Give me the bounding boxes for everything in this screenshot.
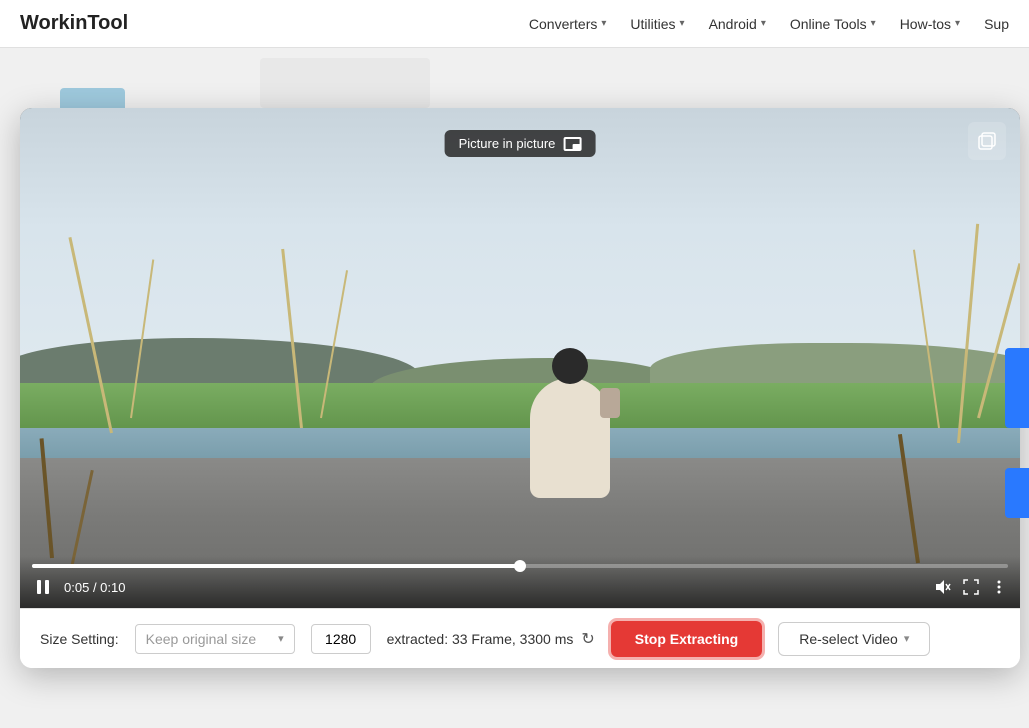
video-controls: 0:05 / 0:10: [20, 556, 1020, 608]
video-player[interactable]: Picture in picture: [20, 108, 1020, 608]
controls-row: 0:05 / 0:10: [32, 576, 1008, 598]
time-display: 0:05 / 0:10: [64, 580, 125, 595]
volume-button[interactable]: [934, 578, 952, 596]
bg-card: [260, 58, 430, 108]
person-head: [552, 348, 588, 384]
extracted-info: extracted: 33 Frame, 3300 ms ↻: [387, 629, 595, 649]
reselect-video-button[interactable]: Re-select Video ▾: [778, 622, 930, 656]
chevron-down-icon: ▾: [680, 18, 685, 29]
video-scene: [20, 108, 1020, 608]
video-top-right: [968, 122, 1006, 160]
nav-links: Converters ▾ Utilities ▾ Android ▾ Onlin…: [529, 16, 1009, 32]
size-dropdown[interactable]: Keep original size ▾: [135, 624, 295, 654]
copy-button[interactable]: [968, 122, 1006, 160]
play-pause-button[interactable]: [32, 576, 54, 598]
nav-converters[interactable]: Converters ▾: [529, 16, 607, 32]
nav-online-tools[interactable]: Online Tools ▾: [790, 16, 876, 32]
right-tab-1[interactable]: [1005, 348, 1029, 428]
chevron-down-icon: ▾: [761, 18, 766, 29]
pip-icon: [563, 137, 581, 151]
person-bag: [600, 388, 620, 418]
chevron-down-icon: ▾: [871, 18, 876, 29]
progress-fill: [32, 564, 520, 568]
progress-thumb: [514, 560, 526, 572]
navbar: WorkinTool Converters ▾ Utilities ▾ Andr…: [0, 0, 1029, 48]
chevron-down-icon: ▾: [904, 632, 910, 645]
page-background: Picture in picture: [0, 48, 1029, 728]
fullscreen-icon: [962, 578, 980, 596]
pip-tooltip: Picture in picture: [445, 130, 596, 157]
volume-icon: [934, 578, 952, 596]
nav-how-tos[interactable]: How-tos ▾: [900, 16, 960, 32]
fullscreen-button[interactable]: [962, 578, 980, 596]
right-tab-2[interactable]: [1005, 468, 1029, 518]
more-options-button[interactable]: [990, 578, 1008, 596]
stop-extracting-button[interactable]: Stop Extracting: [611, 621, 762, 657]
nav-android[interactable]: Android ▾: [709, 16, 766, 32]
size-input[interactable]: [311, 624, 371, 654]
progress-bar[interactable]: [32, 564, 1008, 568]
nav-utilities[interactable]: Utilities ▾: [630, 16, 684, 32]
pause-icon: [34, 578, 52, 596]
person-body: [530, 378, 610, 498]
chevron-down-icon: ▾: [601, 18, 606, 29]
copy-icon: [976, 130, 998, 152]
chevron-down-icon: ▾: [955, 18, 960, 29]
more-icon: [990, 578, 1008, 596]
nav-sup[interactable]: Sup: [984, 16, 1009, 32]
video-modal: Picture in picture: [20, 108, 1020, 668]
logo[interactable]: WorkinTool: [20, 12, 128, 35]
size-setting-label: Size Setting:: [40, 631, 119, 647]
person: [530, 378, 610, 498]
bottom-bar: Size Setting: Keep original size ▾ extra…: [20, 608, 1020, 668]
chevron-down-icon: ▾: [278, 632, 284, 645]
refresh-icon[interactable]: ↻: [581, 629, 594, 649]
